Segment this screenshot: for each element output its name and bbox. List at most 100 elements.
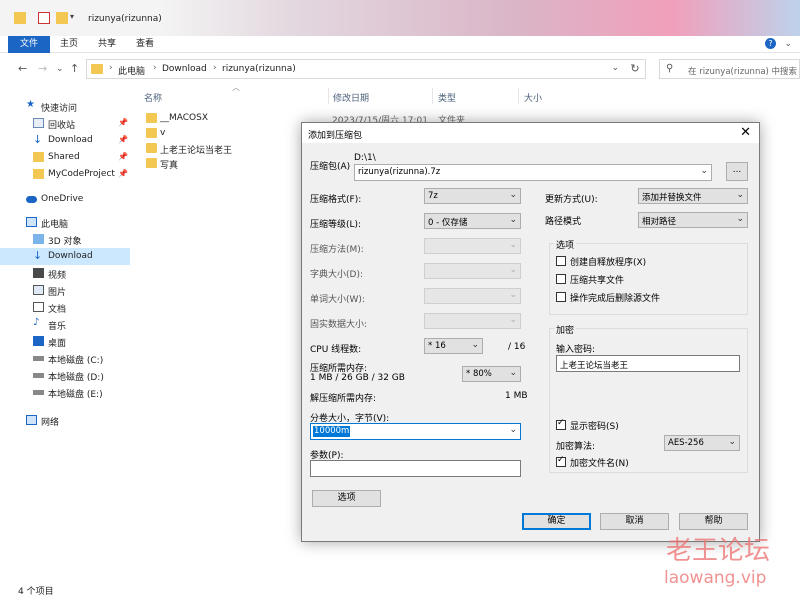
pin-icon[interactable]: 📌	[118, 118, 128, 127]
chevron-down-icon[interactable]: ⌄	[700, 166, 708, 176]
desktop-icon	[33, 336, 44, 346]
forward-icon[interactable]: →	[38, 62, 47, 75]
sidebar-item-shared[interactable]: Shared 📌	[0, 149, 130, 166]
column-size[interactable]: 大小	[524, 91, 542, 104]
encryption-method-label: 加密算法:	[556, 442, 596, 452]
sidebar-item-videos[interactable]: 视频	[0, 265, 130, 282]
folder-icon	[91, 64, 103, 74]
format-select[interactable]: 7z ⌄	[424, 188, 521, 204]
chevron-down-icon[interactable]: ⌄	[509, 425, 517, 435]
compress-shared-checkbox[interactable]	[556, 274, 566, 284]
sidebar-item-drive-c[interactable]: 本地磁盘 (C:)	[0, 350, 130, 367]
volume-size-combo[interactable]: 10000m ⌄	[310, 423, 521, 440]
sidebar-item-network[interactable]: 网络	[0, 412, 130, 429]
update-mode-select[interactable]: 添加并替换文件 ⌄	[638, 188, 748, 204]
sidebar-item-mycodeproject[interactable]: MyCodeProject 📌	[0, 166, 130, 183]
password-label: 输入密码:	[556, 345, 596, 355]
video-icon	[33, 268, 44, 278]
sidebar-item-download[interactable]: ↓ Download	[0, 248, 130, 265]
sidebar-item-onedrive[interactable]: OneDrive	[0, 191, 130, 208]
address-bar[interactable]: › 此电脑 › Download › rizunya(rizunna) ⌄	[86, 59, 646, 79]
sidebar-item-pictures[interactable]: 图片	[0, 282, 130, 299]
sidebar-item-recycle-bin[interactable]: 回收站 📌	[0, 115, 130, 132]
recent-locations-icon[interactable]: ⌄	[56, 64, 64, 74]
delete-after-checkbox[interactable]	[556, 292, 566, 302]
solid-size-select[interactable]: ⌄	[424, 313, 521, 329]
column-divider[interactable]	[518, 88, 519, 104]
archive-name-combo[interactable]: rizunya(rizunna).7z ⌄	[354, 164, 712, 181]
chevron-down-icon: ⌄	[509, 240, 517, 250]
method-select[interactable]: ⌄	[424, 238, 521, 254]
new-folder-icon[interactable]	[56, 12, 68, 24]
folder-icon	[33, 152, 44, 162]
column-date[interactable]: 修改日期	[333, 91, 369, 104]
compress-shared-label: 压缩共享文件	[570, 276, 625, 286]
sidebar-item-desktop[interactable]: 桌面	[0, 333, 130, 350]
file-name: v	[160, 128, 166, 138]
refresh-icon[interactable]: ↻	[624, 59, 646, 79]
delete-after-label: 操作完成后删除源文件	[570, 294, 661, 304]
level-value: 0 - 仅存储	[428, 218, 468, 228]
sidebar-item-3d-objects[interactable]: 3D 对象	[0, 231, 130, 248]
dictionary-select[interactable]: ⌄	[424, 263, 521, 279]
encrypt-names-checkbox[interactable]	[556, 455, 566, 467]
options-group-title: 选项	[554, 238, 577, 251]
chevron-down-icon[interactable]: ⌄	[784, 39, 792, 49]
column-divider[interactable]	[432, 88, 433, 104]
up-icon[interactable]: ↑	[70, 62, 79, 75]
pin-icon[interactable]: 📌	[118, 135, 128, 144]
column-type[interactable]: 类型	[438, 91, 456, 104]
breadcrumb-current-folder[interactable]: rizunya(rizunna)	[222, 64, 296, 74]
threads-select[interactable]: * 16 ⌄	[424, 338, 483, 354]
chevron-down-icon: ⌄	[728, 437, 736, 447]
chevron-down-icon[interactable]: ⌄	[611, 63, 619, 73]
cloud-icon	[26, 196, 37, 203]
tab-home[interactable]: 主页	[52, 36, 86, 53]
sidebar-item-documents[interactable]: 文档	[0, 299, 130, 316]
drive-icon	[33, 356, 44, 361]
pin-icon[interactable]: 📌	[118, 152, 128, 161]
search-box[interactable]: ⚲ 在 rizunya(rizunna) 中搜索	[659, 59, 800, 79]
breadcrumb-download[interactable]: Download	[162, 64, 207, 74]
tab-file[interactable]: 文件	[8, 36, 50, 53]
sidebar-item-drive-e[interactable]: 本地磁盘 (E:)	[0, 384, 130, 401]
archive-path: D:\1\	[354, 153, 376, 163]
help-button[interactable]: 帮助	[679, 513, 748, 530]
quick-access-dropdown-icon[interactable]: ▾	[70, 12, 82, 24]
properties-icon[interactable]	[38, 12, 50, 24]
tab-view[interactable]: 查看	[128, 36, 162, 53]
column-name[interactable]: 名称	[144, 91, 162, 104]
chevron-right-icon[interactable]: ›	[213, 63, 217, 73]
path-mode-select[interactable]: 相对路径 ⌄	[638, 212, 748, 228]
close-icon[interactable]: ✕	[740, 125, 751, 140]
pin-icon[interactable]: 📌	[118, 169, 128, 178]
back-icon[interactable]: ←	[18, 62, 27, 75]
document-icon	[33, 302, 44, 312]
parameters-input[interactable]	[310, 460, 521, 477]
breadcrumb-this-pc[interactable]: 此电脑	[118, 64, 145, 77]
sidebar-item-drive-d[interactable]: 本地磁盘 (D:)	[0, 367, 130, 384]
word-size-select[interactable]: ⌄	[424, 288, 521, 304]
chevron-right-icon[interactable]: ›	[153, 63, 157, 73]
sidebar-item-quick-access[interactable]: ★ 快速访问	[0, 98, 130, 115]
password-input[interactable]: 上老王论坛当老王	[556, 355, 740, 372]
sidebar-item-download-quick[interactable]: ↓ Download 📌	[0, 132, 130, 149]
ok-button[interactable]: 确定	[522, 513, 591, 530]
memory-percent-value: * 80%	[466, 369, 492, 379]
create-sfx-checkbox[interactable]	[556, 256, 566, 266]
tab-share[interactable]: 共享	[90, 36, 124, 53]
memory-percent-select[interactable]: * 80% ⌄	[462, 366, 521, 382]
help-icon[interactable]: ?	[765, 38, 776, 49]
browse-button[interactable]: ...	[726, 162, 748, 181]
chevron-right-icon[interactable]: ›	[109, 63, 113, 73]
sidebar-item-this-pc[interactable]: 此电脑	[0, 214, 130, 231]
column-divider[interactable]	[328, 88, 329, 104]
options-button[interactable]: 选项	[312, 490, 381, 507]
level-select[interactable]: 0 - 仅存储 ⌄	[424, 213, 521, 229]
search-placeholder: 在 rizunya(rizunna) 中搜索	[688, 67, 798, 77]
cancel-button[interactable]: 取消	[600, 513, 669, 530]
encryption-method-select[interactable]: AES-256 ⌄	[664, 435, 740, 451]
show-password-checkbox[interactable]	[556, 418, 566, 430]
chevron-down-icon: ⌄	[509, 190, 517, 200]
sidebar-item-music[interactable]: ♪ 音乐	[0, 316, 130, 333]
